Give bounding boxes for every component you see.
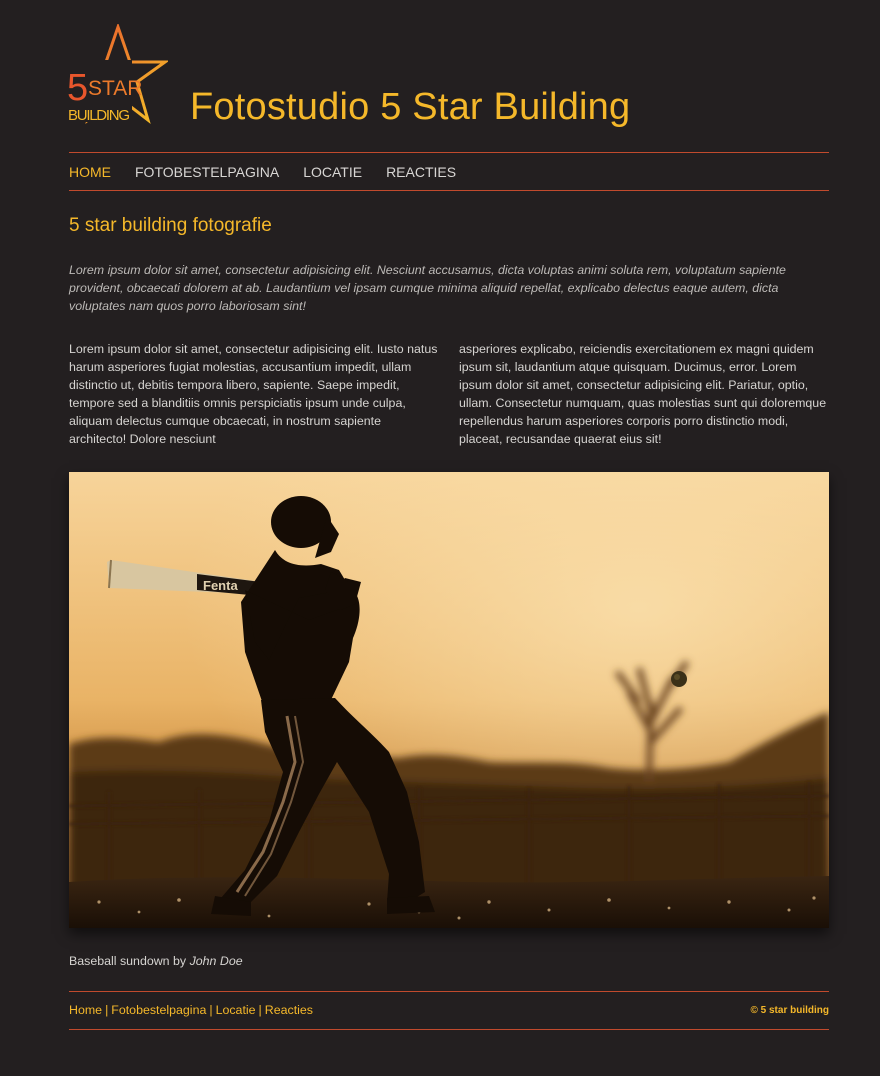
logo-five: 5 xyxy=(67,67,88,109)
footer-separator: | xyxy=(105,1003,109,1017)
featured-photo: Fenta xyxy=(69,472,829,928)
bat-brand-text: Fenta xyxy=(203,578,238,593)
logo-building: BUILDING xyxy=(68,107,130,124)
logo[interactable]: 5 STAR BUILDING xyxy=(66,22,170,124)
body-column-right: asperiores explicabo, reiciendis exercit… xyxy=(459,342,827,446)
footer-link-home[interactable]: Home xyxy=(69,1003,102,1017)
copyright: © 5 star building xyxy=(750,1005,830,1016)
footer-link-fotobestelpagina[interactable]: Fotobestelpagina xyxy=(111,1003,206,1017)
footer-link-locatie[interactable]: Locatie xyxy=(216,1003,256,1017)
nav-item-locatie[interactable]: LOCATIE xyxy=(303,164,362,180)
page: 5 STAR BUILDING Fotostudio 5 Star Buildi… xyxy=(0,0,880,1076)
nav-bottom-rule xyxy=(69,190,829,191)
site-title: Fotostudio 5 Star Building xyxy=(190,86,631,128)
footer-bottom-rule xyxy=(69,1029,829,1030)
footer-link-reacties[interactable]: Reacties xyxy=(265,1003,313,1017)
star-logo-icon: 5 STAR BUILDING xyxy=(66,22,170,124)
photo-caption: Baseball sundown by John Doe xyxy=(69,954,243,968)
nav-item-fotobestelpagina[interactable]: FOTOBESTELPAGINA xyxy=(135,164,279,180)
section-heading: 5 star building fotografie xyxy=(69,215,272,236)
intro-paragraph: Lorem ipsum dolor sit amet, consectetur … xyxy=(69,263,786,313)
main-nav: HOME FOTOBESTELPAGINA LOCATIE REACTIES xyxy=(69,153,480,190)
footer-top-rule xyxy=(69,991,829,992)
caption-text: Baseball sundown by xyxy=(69,954,187,968)
caption-author: John Doe xyxy=(189,954,243,968)
body-column-left: Lorem ipsum dolor sit amet, consectetur … xyxy=(69,342,438,446)
footer-nav: Home | Fotobestelpagina | Locatie | Reacties xyxy=(69,1003,313,1017)
footer-separator: | xyxy=(209,1003,213,1017)
logo-star: STAR xyxy=(88,77,142,100)
nav-item-reacties[interactable]: REACTIES xyxy=(386,164,456,180)
nav-item-home[interactable]: HOME xyxy=(69,164,111,180)
footer-separator: | xyxy=(258,1003,262,1017)
